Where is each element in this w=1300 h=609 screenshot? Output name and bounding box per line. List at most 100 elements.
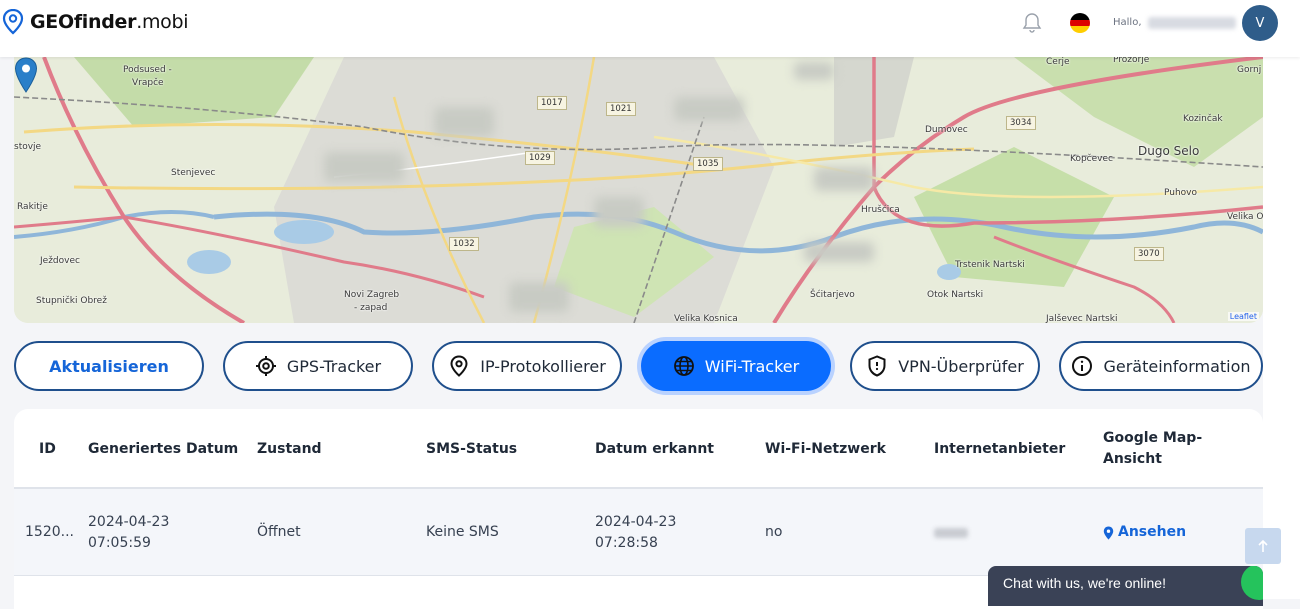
column-header-wifi-network[interactable]: Wi-Fi-Netzwerk — [765, 409, 886, 489]
map-label: Šćitarjevo — [810, 290, 855, 300]
map-label: Stupnički Obrež — [36, 296, 107, 306]
table-header: ID Generiertes Datum Zustand SMS-Status … — [14, 409, 1263, 489]
leaflet-attribution[interactable]: Leaflet — [1227, 312, 1259, 321]
blurred-area — [324, 152, 404, 182]
road-badge: 1029 — [525, 151, 555, 165]
cell-generated-date: 2024-04-23 07:05:59 — [88, 489, 169, 576]
map-marker-icon — [1103, 526, 1114, 539]
road-badge: 1017 — [537, 96, 567, 110]
info-icon — [1071, 355, 1093, 377]
cell-text: 07:28:58 — [595, 534, 658, 551]
action-bar: Aktualisieren GPS-Tracker IP-Protokollie… — [14, 341, 1263, 391]
view-map-link[interactable]: Ansehen — [1103, 489, 1186, 576]
brand-name: GEOfinder.mobi — [30, 11, 189, 33]
map-label: Dugo Selo — [1138, 144, 1200, 158]
map-label: Gornj — [1237, 65, 1262, 75]
map-label: Podsused - — [123, 65, 172, 75]
road-badge: 1035 — [693, 157, 723, 171]
map-label: Jalševec Nartski — [1046, 314, 1118, 323]
map-label: - zapad — [354, 303, 388, 313]
bell-icon[interactable] — [1022, 12, 1042, 34]
blurred-area — [814, 167, 874, 191]
map-label: Velika Kosnica — [674, 314, 738, 323]
map-label: Prozorje — [1113, 57, 1150, 65]
cell-detected-date: 2024-04-23 07:28:58 — [595, 489, 676, 576]
cell-isp — [934, 489, 968, 576]
ip-logger-button[interactable]: IP-Protokollierer — [432, 341, 622, 391]
map-label: Otok Nartski — [927, 290, 984, 300]
blurred-area — [594, 197, 644, 227]
column-header-detected-date[interactable]: Datum erkannt — [595, 409, 714, 489]
header-text: Google Map- — [1103, 430, 1203, 446]
wifi-tracker-button[interactable]: WiFi-Tracker — [641, 341, 831, 391]
cell-text: 2024-04-23 — [88, 513, 170, 530]
map[interactable]: Podsused - Vrapče stovje Stenjevec Rakit… — [14, 57, 1263, 323]
road-badge: 1021 — [606, 102, 636, 116]
right-gutter — [1263, 57, 1300, 599]
map-label: Vrapče — [132, 78, 164, 88]
map-label: stovje — [14, 142, 42, 152]
avatar[interactable]: V — [1242, 5, 1278, 41]
refresh-button[interactable]: Aktualisieren — [14, 341, 204, 391]
blurred-area — [794, 62, 834, 80]
map-label: Dumovec — [925, 125, 968, 135]
road-badge: 3034 — [1006, 116, 1036, 130]
map-label: Cerje — [1046, 57, 1070, 67]
cell-wifi-network: no — [765, 524, 783, 540]
header-text: Ansicht — [1103, 451, 1162, 467]
column-header-generated-date[interactable]: Generiertes Datum — [88, 409, 238, 489]
wifi-tracker-label: WiFi-Tracker — [704, 356, 800, 376]
ip-logger-label: IP-Protokollierer — [480, 356, 606, 376]
gps-tracker-button[interactable]: GPS-Tracker — [223, 341, 413, 391]
map-label: Rakitje — [17, 202, 48, 212]
map-label: Velika Os — [1227, 212, 1263, 222]
table-row: 1520... 2024-04-23 07:05:59 Öffnet Keine… — [14, 489, 1263, 576]
column-header-state[interactable]: Zustand — [257, 409, 322, 489]
flag-de-icon[interactable] — [1070, 13, 1090, 33]
cell-id: 1520... — [25, 524, 74, 540]
column-header-isp[interactable]: Internetanbieter — [934, 409, 1065, 489]
vpn-checker-label: VPN-Überprüfer — [898, 356, 1024, 376]
column-header-sms-status[interactable]: SMS-Status — [426, 409, 517, 489]
chat-label: Chat with us, we're online! — [1003, 575, 1166, 591]
map-label: Ježdovec — [40, 256, 80, 266]
device-info-label: Geräteinformation — [1103, 356, 1251, 376]
view-map-label: Ansehen — [1118, 524, 1187, 540]
location-pin-logo-icon — [2, 9, 24, 35]
column-header-id[interactable]: ID — [39, 409, 56, 489]
globe-icon — [673, 355, 695, 377]
map-label: Stenjevec — [171, 168, 216, 178]
blurred-area — [434, 107, 494, 137]
blurred-area — [674, 97, 744, 121]
map-label: Kopčevec — [1070, 154, 1113, 164]
road-badge: 1032 — [449, 237, 479, 251]
vpn-checker-button[interactable]: VPN-Überprüfer — [850, 341, 1040, 391]
refresh-label: Aktualisieren — [49, 356, 169, 376]
cell-text: 2024-04-23 — [595, 513, 677, 530]
column-header-map-view[interactable]: Google Map- Ansicht — [1103, 409, 1202, 489]
crosshair-icon — [255, 355, 277, 377]
online-indicator — [1241, 566, 1263, 600]
device-info-button[interactable]: Geräteinformation — [1059, 341, 1263, 391]
gps-tracker-label: GPS-Tracker — [286, 356, 382, 376]
greeting: Hallo, — [1113, 17, 1142, 28]
blurred-area — [509, 282, 569, 312]
top-bar: GEOfinder.mobi Hallo, V — [0, 0, 1300, 57]
chat-widget[interactable]: Chat with us, we're online! — [988, 566, 1263, 606]
logo[interactable]: GEOfinder.mobi — [2, 9, 189, 35]
cell-state: Öffnet — [257, 524, 301, 540]
map-label: Trstenik Nartski — [955, 260, 1025, 270]
location-marker-icon[interactable] — [14, 57, 38, 93]
blurred-area — [804, 242, 874, 262]
shield-icon — [866, 355, 888, 377]
blurred-isp — [934, 527, 968, 538]
map-label: Novi Zagreb — [344, 290, 400, 300]
location-pin-icon — [448, 355, 470, 377]
map-roads — [14, 57, 1263, 323]
map-label: Hrušćica — [861, 205, 900, 215]
scroll-to-top-button[interactable] — [1245, 528, 1281, 564]
map-label: Puhovo — [1164, 188, 1198, 198]
cell-text: 07:05:59 — [88, 534, 151, 551]
blurred-username — [1148, 17, 1236, 29]
road-badge: 3070 — [1134, 247, 1164, 261]
